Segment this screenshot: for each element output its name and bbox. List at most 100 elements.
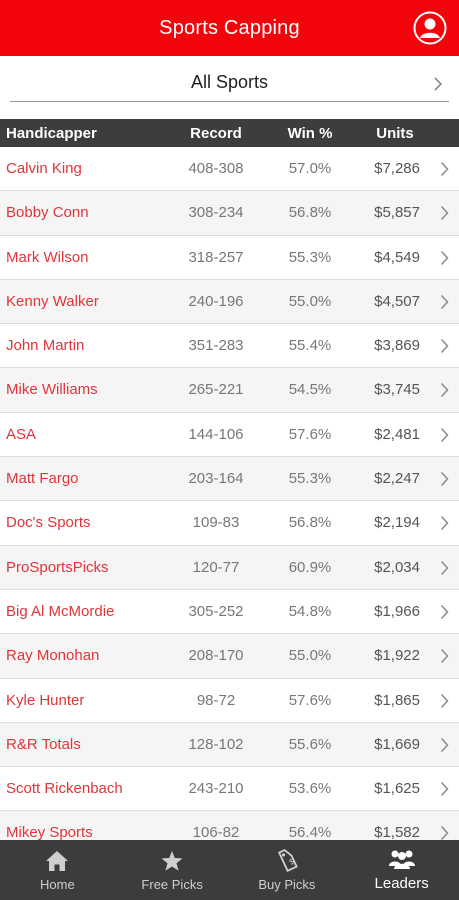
record-value: 240-196 <box>188 292 244 310</box>
record-value: 265-221 <box>188 381 244 399</box>
sport-filter-label: All Sports <box>190 72 269 92</box>
chevron-right-icon <box>440 648 449 664</box>
record-value: 203-164 <box>188 470 244 488</box>
tag-icon: $ <box>277 849 298 872</box>
units-value: $1,669 <box>374 735 420 753</box>
tab-home[interactable]: Home <box>0 840 115 900</box>
chevron-right-icon <box>440 560 449 576</box>
chevron-right-icon <box>440 382 449 398</box>
tab-free-picks-label: Free Picks <box>141 877 203 892</box>
handicapper-name: Doc's Sports <box>6 514 91 532</box>
chevron-right-icon <box>433 76 443 92</box>
table-row[interactable]: Doc's Sports 109-83 56.8% $2,194 <box>0 501 459 546</box>
win-pct-value: 60.9% <box>288 558 332 576</box>
handicapper-name: Kyle Hunter <box>6 691 85 709</box>
tab-home-label: Home <box>40 877 75 892</box>
chevron-right-icon <box>440 161 449 177</box>
chevron-right-icon <box>440 205 449 221</box>
record-value: 106-82 <box>192 824 240 840</box>
table-row[interactable]: Matt Fargo 203-164 55.3% $2,247 <box>0 457 459 502</box>
column-header-units: Units <box>376 125 414 142</box>
handicapper-name: Ray Monohan <box>6 647 100 665</box>
app-header: Sports Capping <box>0 0 459 56</box>
sport-filter-selector[interactable]: All Sports <box>10 64 449 102</box>
chevron-right-icon <box>440 737 449 753</box>
table-row[interactable]: Scott Rickenbach 243-210 53.6% $1,625 <box>0 767 459 812</box>
win-pct-value: 54.8% <box>288 602 332 620</box>
record-value: 308-234 <box>188 204 244 222</box>
chevron-right-icon <box>440 427 449 443</box>
units-value: $1,582 <box>374 824 420 840</box>
table-row[interactable]: ProSportsPicks 120-77 60.9% $2,034 <box>0 545 459 590</box>
win-pct-value: 55.4% <box>288 337 332 355</box>
record-value: 305-252 <box>188 602 244 620</box>
handicapper-name: ASA <box>6 425 37 443</box>
record-value: 98-72 <box>196 691 236 709</box>
tab-free-picks[interactable]: Free Picks <box>115 840 230 900</box>
table-row[interactable]: Big Al McMordie 305-252 54.8% $1,966 <box>0 589 459 635</box>
units-value: $1,966 <box>374 602 420 620</box>
table-row[interactable]: ASA 144-106 57.6% $2,481 <box>0 412 459 458</box>
table-row[interactable]: Kyle Hunter 98-72 57.6% $1,865 <box>0 678 459 723</box>
handicapper-name: Mark Wilson <box>6 248 89 266</box>
table-row[interactable]: Ray Monohan 208-170 55.0% $1,922 <box>0 634 459 679</box>
handicapper-name: Bobby Conn <box>6 204 89 222</box>
handicapper-name: Matt Fargo <box>6 470 79 488</box>
tab-leaders[interactable]: Leaders <box>344 840 459 900</box>
chevron-right-icon <box>440 515 449 531</box>
win-pct-value: 55.0% <box>288 647 332 665</box>
win-pct-value: 56.8% <box>288 204 332 222</box>
record-value: 144-106 <box>188 425 244 443</box>
units-value: $3,745 <box>374 381 420 399</box>
win-pct-value: 57.0% <box>288 160 332 177</box>
leaders-list: Calvin King 408-308 57.0% $7,286 Bobby Conn 3… <box>0 147 459 840</box>
units-value: $2,247 <box>374 470 420 488</box>
table-row[interactable]: Kenny Walker 240-196 55.0% $4,507 <box>0 279 459 325</box>
units-value: $4,549 <box>374 248 420 266</box>
chevron-right-icon <box>440 294 449 310</box>
chevron-right-icon <box>440 781 449 797</box>
win-pct-value: 57.6% <box>288 425 332 443</box>
units-value: $1,922 <box>374 647 420 665</box>
page-title: Sports Capping <box>159 16 300 39</box>
tab-leaders-label: Leaders <box>374 875 429 892</box>
star-icon <box>161 851 183 871</box>
table-row[interactable]: Mike Williams 265-221 54.5% $3,745 <box>0 368 459 413</box>
column-header-win-pct: Win % <box>287 125 333 142</box>
chevron-right-icon <box>440 693 449 709</box>
win-pct-value: 55.6% <box>288 735 332 753</box>
chevron-right-icon <box>440 338 449 354</box>
table-row[interactable]: John Martin 351-283 55.4% $3,869 <box>0 324 459 369</box>
table-row[interactable]: R&R Totals 128-102 55.6% $1,669 <box>0 722 459 768</box>
win-pct-value: 54.5% <box>288 381 332 399</box>
column-header-handicapper: Handicapper <box>6 125 97 142</box>
profile-icon[interactable] <box>413 11 447 45</box>
home-icon <box>46 851 69 871</box>
handicapper-name: R&R Totals <box>6 735 81 753</box>
handicapper-name: Big Al McMordie <box>6 602 115 620</box>
handicapper-name: John Martin <box>6 337 85 355</box>
units-value: $7,286 <box>374 160 420 177</box>
table-row[interactable]: Mark Wilson 318-257 55.3% $4,549 <box>0 235 459 280</box>
table-row[interactable]: Calvin King 408-308 57.0% $7,286 <box>0 147 459 192</box>
units-value: $4,507 <box>374 292 420 310</box>
units-value: $2,194 <box>374 514 420 532</box>
chevron-right-icon <box>440 604 449 620</box>
handicapper-name: Calvin King <box>6 160 82 177</box>
record-value: 120-77 <box>192 558 240 576</box>
units-value: $1,865 <box>374 691 420 709</box>
units-value: $1,625 <box>374 780 420 798</box>
handicapper-name: Mike Williams <box>6 381 98 399</box>
table-row[interactable]: Mikey Sports 106-82 56.4% $1,582 <box>0 811 459 840</box>
tab-buy-picks[interactable]: $ Buy Picks <box>230 840 345 900</box>
win-pct-value: 57.6% <box>288 691 332 709</box>
handicapper-name: Mikey Sports <box>6 824 93 840</box>
chevron-right-icon <box>440 825 449 840</box>
table-row[interactable]: Bobby Conn 308-234 56.8% $5,857 <box>0 191 459 236</box>
handicapper-name: Scott Rickenbach <box>6 780 123 798</box>
chevron-right-icon <box>440 250 449 266</box>
win-pct-value: 56.8% <box>288 514 332 532</box>
units-value: $2,034 <box>374 558 420 576</box>
units-value: $3,869 <box>374 337 420 355</box>
record-value: 109-83 <box>192 514 240 532</box>
